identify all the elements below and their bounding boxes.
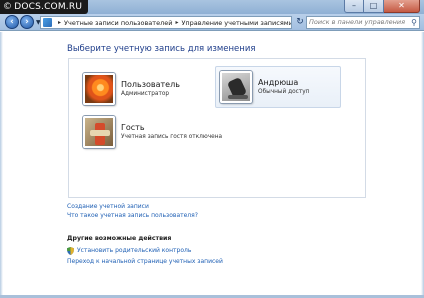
chevron-right-icon[interactable]: ▸ bbox=[175, 19, 178, 26]
search-placeholder: Поиск в панели управления bbox=[309, 18, 406, 26]
navigation-bar: ‹ › ▼ ▸ Учетные записи пользователей ▸ У… bbox=[0, 14, 424, 31]
search-icon[interactable]: ⚲ bbox=[411, 17, 417, 28]
account-role: Администратор bbox=[121, 91, 170, 97]
close-button[interactable]: ✕ bbox=[384, 0, 420, 13]
other-actions-heading: Другие возможные действия bbox=[67, 235, 172, 242]
breadcrumb-user-accounts[interactable]: Учетные записи пользователей bbox=[64, 19, 172, 27]
accounts-panel: Пользователь Администратор Андрюша Обычн… bbox=[68, 58, 366, 198]
window-controls: – □ ✕ bbox=[344, 0, 420, 14]
page-title: Выберите учетную запись для изменения bbox=[67, 44, 256, 54]
search-input[interactable]: Поиск в панели управления ⚲ bbox=[306, 16, 420, 29]
watermark: © DOCS.COM.RU bbox=[0, 0, 89, 14]
forward-arrow-icon[interactable]: › bbox=[20, 15, 34, 29]
action-row: Установить родительский контроль bbox=[67, 245, 223, 256]
account-role: Обычный доступ bbox=[258, 89, 310, 95]
copyright-icon: © bbox=[3, 2, 13, 12]
account-polzovatel[interactable]: Пользователь Администратор bbox=[78, 68, 185, 110]
watermark-text: DOCS.COM.RU bbox=[14, 2, 83, 12]
account-name: Гость bbox=[121, 123, 145, 132]
back-arrow-icon[interactable]: ‹ bbox=[5, 15, 19, 29]
window-border-left bbox=[0, 32, 3, 298]
account-gost[interactable]: Гость Учетная запись гостя отключена bbox=[78, 111, 227, 153]
shield-icon bbox=[67, 246, 74, 255]
other-actions: Установить родительский контроль Переход… bbox=[67, 245, 223, 267]
minimize-button[interactable]: – bbox=[344, 0, 364, 13]
maximize-button[interactable]: □ bbox=[364, 0, 384, 13]
chevron-right-icon[interactable]: ▸ bbox=[58, 19, 61, 26]
what-is-account-link[interactable]: Что такое учетная запись пользователя? bbox=[67, 211, 198, 220]
account-links: Создание учетной записи Что такое учетна… bbox=[67, 202, 198, 220]
skate-avatar bbox=[220, 71, 252, 103]
account-andryusha[interactable]: Андрюша Обычный доступ bbox=[215, 66, 341, 108]
create-account-link[interactable]: Создание учетной записи bbox=[67, 202, 198, 211]
minimize-icon: – bbox=[352, 1, 356, 10]
close-icon: ✕ bbox=[398, 1, 405, 10]
address-bar[interactable]: ▸ Учетные записи пользователей ▸ Управле… bbox=[40, 16, 292, 29]
account-role: Учетная запись гостя отключена bbox=[121, 134, 223, 140]
refresh-icon[interactable]: ↻ bbox=[294, 16, 306, 29]
accounts-home-link[interactable]: Переход к начальной странице учетных зап… bbox=[67, 256, 223, 267]
breadcrumb-manage-accounts[interactable]: Управление учетными записями bbox=[181, 19, 291, 27]
control-panel-icon bbox=[43, 18, 52, 27]
maximize-icon: □ bbox=[369, 1, 378, 10]
guest-avatar bbox=[83, 116, 115, 148]
account-name: Пользователь bbox=[121, 80, 180, 89]
flower-avatar bbox=[83, 73, 115, 105]
account-name: Андрюша bbox=[258, 78, 299, 87]
action-row: Переход к начальной странице учетных зап… bbox=[67, 256, 223, 267]
nav-arrows: ‹ › ▼ bbox=[5, 15, 41, 29]
parental-control-link[interactable]: Установить родительский контроль bbox=[77, 245, 191, 256]
